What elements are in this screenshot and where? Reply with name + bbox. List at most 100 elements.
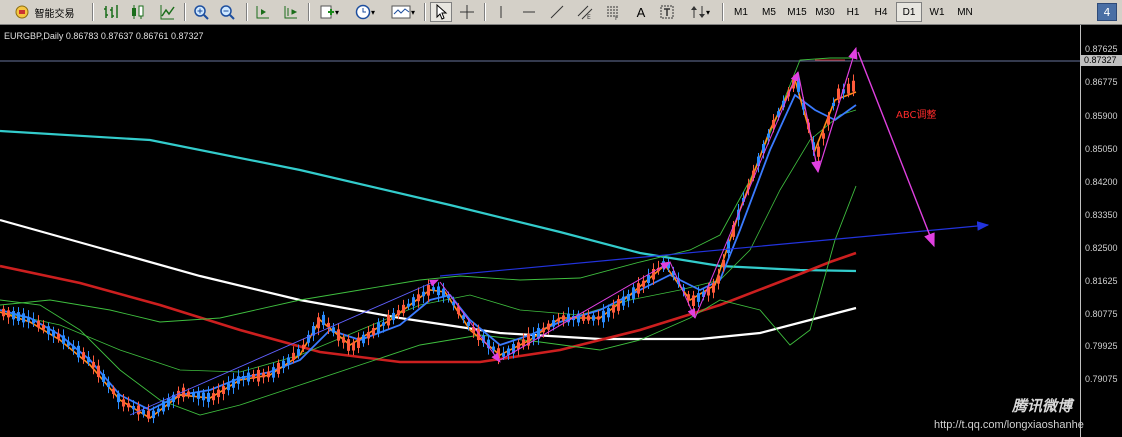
candle-body <box>552 320 555 327</box>
timeframe-d1[interactable]: D1 <box>896 2 922 22</box>
candle-body <box>247 372 250 382</box>
candle-body <box>582 315 585 321</box>
candlestick-button[interactable] <box>126 2 148 22</box>
periods-button[interactable]: ▾ <box>350 2 380 22</box>
timeframe-h4[interactable]: H4 <box>868 2 894 22</box>
indicators-button[interactable]: ▾ <box>314 2 344 22</box>
zoom-out-button[interactable] <box>216 2 238 22</box>
candle-body <box>502 352 505 357</box>
crosshair-tool-button[interactable] <box>456 2 478 22</box>
candle-body <box>22 313 25 323</box>
candle-body <box>102 374 105 382</box>
candle-body <box>557 318 560 322</box>
candle-body <box>347 339 350 351</box>
notification-badge[interactable]: 4 <box>1097 3 1117 21</box>
candle-body <box>227 383 230 391</box>
price-label: 0.79075 <box>1085 374 1118 384</box>
candle-body <box>767 133 770 138</box>
horizontal-line-tool-button[interactable] <box>518 2 540 22</box>
candle-body <box>82 352 85 360</box>
timeframe-m30[interactable]: M30 <box>812 2 838 22</box>
dropdown-arrow-icon: ▾ <box>410 7 415 17</box>
candle-body <box>2 308 5 317</box>
timeframe-m15[interactable]: M15 <box>784 2 810 22</box>
candle-body <box>462 315 465 319</box>
candle-body <box>157 408 160 413</box>
candle-body <box>712 283 715 293</box>
candle-body <box>427 284 430 296</box>
candle-body <box>62 335 65 344</box>
candle-body <box>57 333 60 339</box>
candle-body <box>7 310 10 318</box>
candle-body <box>402 304 405 314</box>
candle-body <box>197 391 200 399</box>
chart-area[interactable] <box>0 25 1122 437</box>
watermark-brand: 腾讯微博 <box>1012 397 1073 415</box>
candle-body <box>292 352 295 360</box>
toolbar-separator <box>424 3 426 21</box>
candle-body <box>167 398 170 407</box>
timeframe-w1[interactable]: W1 <box>924 2 950 22</box>
candle-body <box>12 311 15 320</box>
bar-chart-icon <box>104 5 118 18</box>
candle-body <box>717 275 720 284</box>
candle-body <box>327 322 330 328</box>
candle-body <box>397 310 400 316</box>
text-label-icon <box>660 5 674 19</box>
templates-button[interactable]: ▾ <box>386 2 420 22</box>
price-chart <box>0 46 1080 424</box>
toolbar-separator <box>722 3 724 21</box>
candle-body <box>112 388 115 395</box>
vertical-line-icon <box>500 6 502 18</box>
toolbar-separator <box>484 3 486 21</box>
toolbar-separator <box>184 3 186 21</box>
fibonacci-tool-button[interactable]: F <box>602 2 624 22</box>
bar-chart-button[interactable] <box>100 2 122 22</box>
smart-trading-button[interactable]: 智能交易 <box>4 2 84 22</box>
arrows-tool-button[interactable]: ▾ <box>684 2 716 22</box>
text-label-tool-button[interactable] <box>656 2 678 22</box>
chart-shift-button[interactable] <box>280 2 302 22</box>
blue-trendline-arrow <box>439 221 990 277</box>
candle-body <box>387 315 390 326</box>
candle-body <box>47 326 50 335</box>
candlesticks <box>2 73 855 424</box>
clock-icon <box>355 4 371 20</box>
candle-body <box>42 324 45 330</box>
toolbar-separator <box>308 3 310 21</box>
candle-body <box>27 316 30 322</box>
candle-body <box>127 403 130 408</box>
timeframe-m5[interactable]: M5 <box>756 2 782 22</box>
cursor-tool-button[interactable] <box>430 2 452 22</box>
price-label: 0.87625 <box>1085 44 1118 54</box>
candle-body <box>372 327 375 336</box>
timeframe-m1[interactable]: M1 <box>728 2 754 22</box>
vertical-line-tool-button[interactable] <box>490 2 512 22</box>
text-tool-button[interactable]: A <box>630 2 652 22</box>
candle-body <box>287 357 290 364</box>
candle-body <box>332 327 335 333</box>
price-label: 0.81625 <box>1085 276 1118 286</box>
timeframe-mn[interactable]: MN <box>952 2 978 22</box>
candle-body <box>217 389 220 398</box>
price-label: 0.79925 <box>1085 341 1118 351</box>
candle-body <box>452 301 455 306</box>
candle-body <box>232 378 235 388</box>
candle-body <box>357 337 360 348</box>
fibonacci-icon: F <box>607 6 619 20</box>
candle-body <box>392 312 395 321</box>
candle-body <box>302 344 305 349</box>
candle-body <box>37 320 40 328</box>
equidistant-channel-tool-button[interactable]: E <box>574 2 596 22</box>
candle-body <box>547 323 550 330</box>
zoom-in-button[interactable] <box>190 2 212 22</box>
candle-body <box>852 80 855 92</box>
auto-scroll-button[interactable] <box>252 2 274 22</box>
timeframe-h1[interactable]: H1 <box>840 2 866 22</box>
candle-body <box>592 315 595 321</box>
candle-body <box>722 260 725 267</box>
candle-body <box>532 333 535 340</box>
candle-body <box>142 410 145 415</box>
trendline-tool-button[interactable] <box>546 2 568 22</box>
line-chart-button[interactable] <box>156 2 178 22</box>
